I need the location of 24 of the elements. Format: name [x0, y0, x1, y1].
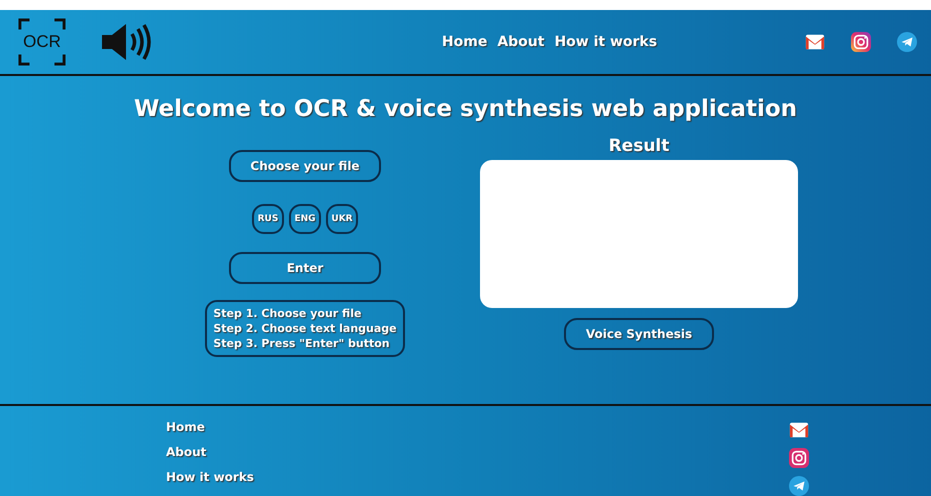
enter-button[interactable]: Enter: [229, 252, 381, 284]
camera-icon[interactable]: [789, 448, 809, 468]
page-title: Welcome to OCR & voice synthesis web application: [132, 96, 798, 122]
paper-plane-icon[interactable]: [897, 32, 917, 52]
envelope-icon[interactable]: [805, 32, 825, 52]
result-heading: Result: [608, 136, 670, 156]
ocr-logo[interactable]: OCR: [18, 18, 66, 66]
nav-link[interactable]: How it works: [554, 34, 658, 50]
nav-link[interactable]: About: [497, 34, 544, 50]
camera-icon[interactable]: [851, 32, 871, 52]
footer-link[interactable]: How it works: [166, 470, 254, 484]
voice-synthesis-button[interactable]: Voice Synthesis: [564, 318, 714, 350]
language-button[interactable]: ENG: [289, 204, 321, 234]
language-button[interactable]: RUS: [252, 204, 284, 234]
choose-file-button[interactable]: Choose your file: [229, 150, 381, 182]
envelope-icon[interactable]: [789, 420, 809, 440]
footer-link[interactable]: About: [166, 445, 254, 459]
language-button[interactable]: UKR: [326, 204, 358, 234]
step-text: Step 2. Choose text language: [213, 322, 397, 335]
step-text: Step 1. Choose your file: [213, 307, 362, 320]
footer-link[interactable]: Home: [166, 420, 254, 434]
paper-plane-icon[interactable]: [789, 476, 809, 496]
step-text: Step 3. Press "Enter" button: [213, 337, 391, 350]
nav-link[interactable]: Home: [442, 34, 488, 50]
